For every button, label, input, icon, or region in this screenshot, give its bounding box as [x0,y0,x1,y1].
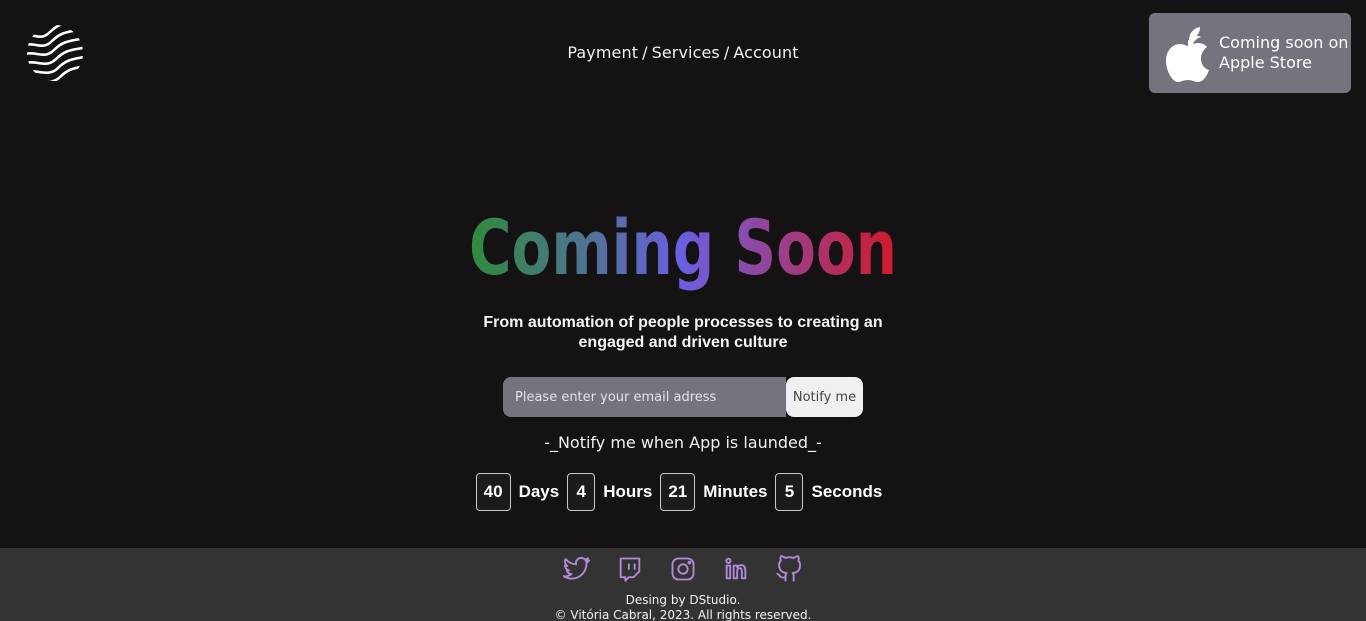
countdown-minutes-value: 21 [660,473,696,511]
nav-link-account[interactable]: Account [733,43,798,62]
store-badge-line2: Apple Store [1219,53,1312,72]
nav-link-services[interactable]: Services [652,43,720,62]
twitch-icon [619,557,641,582]
footer-credit: Desing by DStudio. © Vitória Cabral, 202… [0,593,1366,621]
page: Payment / Services / Account Coming soon on … [0,0,1366,621]
countdown-hours-label: Hours [603,482,653,501]
linkedin-icon [725,557,747,580]
store-badge-line1: Coming soon on [1219,33,1349,52]
twitch-link[interactable] [616,555,644,583]
notify-me-button[interactable]: Notify me [786,377,863,417]
breadcrumb-separator: / [723,43,730,62]
apple-icon [1166,27,1209,82]
notify-form: Notify me [503,377,863,417]
github-link[interactable] [775,555,803,583]
notify-note: -_Notify me when App is launded_- [544,433,822,452]
github-icon [776,555,802,582]
countdown-seconds-label: Seconds [811,482,883,501]
hero-subtitle-line2: engaged and driven culture [578,334,788,351]
linkedin-link[interactable] [722,555,750,583]
footer-copyright: © Vitória Cabral, 2023. All rights reser… [554,608,812,621]
nav-link-payment[interactable]: Payment [567,43,638,62]
countdown-seconds-value: 5 [775,473,804,511]
breadcrumb-separator: / [642,43,648,62]
countdown-days-value: 40 [475,473,511,511]
instagram-link[interactable] [669,555,697,583]
countdown: 40 Days 4 Hours 21 Minutes 5 Seconds [0,473,1366,511]
hero-subtitle: From automation of people processes to c… [433,313,933,353]
hero-title-text: Coming Soon [469,203,897,292]
countdown-days-label: Days [518,482,560,501]
footer: Desing by DStudio. © Vitória Cabral, 202… [0,548,1366,621]
countdown-minutes-label: Minutes [703,482,768,501]
countdown-hours-value: 4 [567,473,596,511]
twitter-icon [562,556,590,580]
twitter-link[interactable] [562,555,591,583]
apple-store-badge[interactable]: Coming soon on Apple Store [1149,13,1351,93]
social-links [0,555,1366,583]
footer-credit-line1: Desing by DStudio. [625,593,741,607]
hero-subtitle-line1: From automation of people processes to c… [483,314,883,331]
instagram-icon [671,557,695,581]
email-input[interactable] [503,377,786,417]
page-title: Coming Soon [469,203,897,292]
